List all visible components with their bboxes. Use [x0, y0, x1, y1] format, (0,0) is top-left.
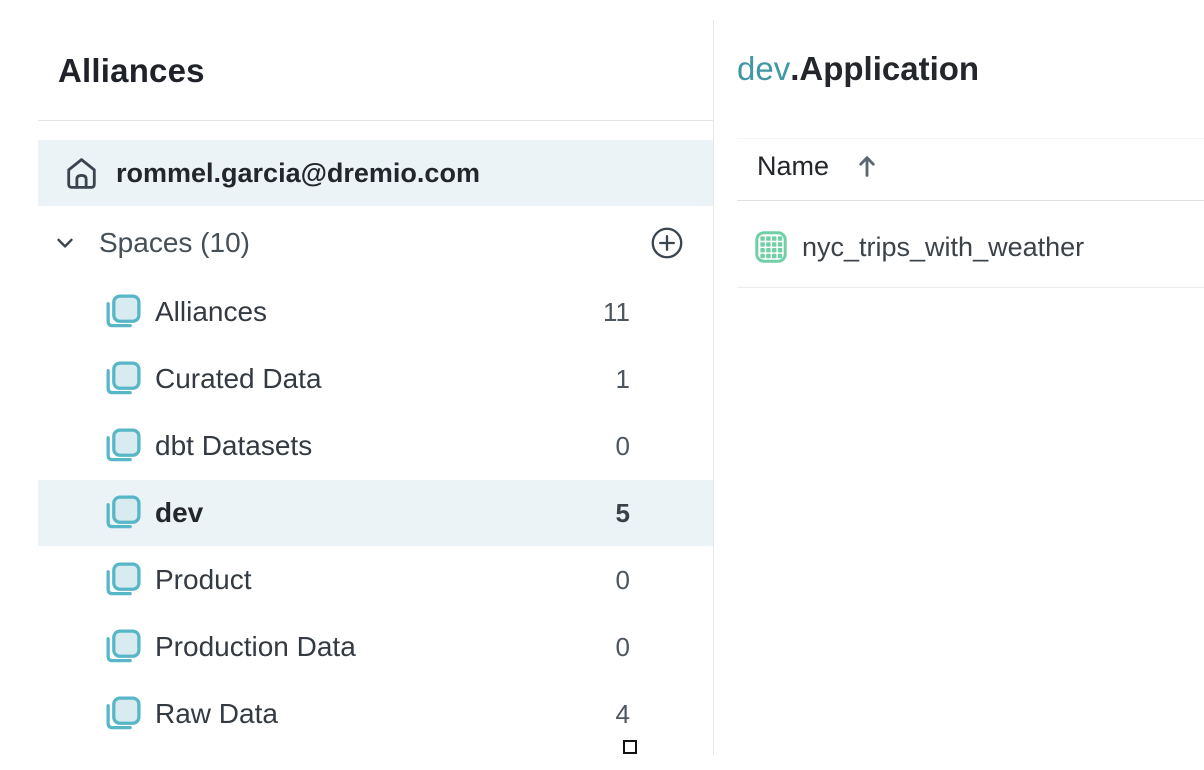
column-header-name[interactable]: Name	[757, 146, 878, 186]
page: { "sidebar": { "title": "Alliances", "ho…	[0, 0, 1204, 770]
column-header-name-label: Name	[757, 151, 829, 182]
plus-circle-icon	[650, 226, 684, 260]
dataset-count-badge: 5	[616, 498, 630, 529]
spaces-section-label: Spaces (10)	[99, 227, 250, 259]
main-panel: dev.Application Name nyc_trips_wit	[714, 0, 1204, 770]
breadcrumb-entity: Application	[799, 50, 979, 87]
sidebar-item-dbt-datasets[interactable]: dbt Datasets 0	[38, 413, 713, 479]
home-icon	[62, 154, 101, 193]
dataset-count-badge: 11	[603, 297, 630, 328]
space-name: Production Data	[155, 631, 356, 663]
column-header-divider	[737, 200, 1204, 201]
space-icon	[102, 359, 143, 400]
stray-glyph-box	[623, 740, 637, 754]
space-name: Product	[155, 564, 252, 596]
add-space-button[interactable]	[649, 225, 685, 261]
dataset-row[interactable]: nyc_trips_with_weather	[755, 227, 1084, 267]
sidebar-title: Alliances	[58, 52, 205, 90]
sidebar-item-raw-data[interactable]: Raw Data 4	[38, 681, 713, 747]
dataset-count-badge: 1	[616, 364, 630, 395]
sort-ascending-icon	[856, 153, 878, 179]
space-icon	[102, 292, 143, 333]
sidebar-panel: Alliances rommel.garcia@dremio.com Space…	[0, 0, 713, 770]
space-icon	[102, 493, 143, 534]
spaces-section-header[interactable]: Spaces (10)	[38, 210, 713, 276]
breadcrumb-space-link[interactable]: dev	[737, 50, 790, 87]
sidebar-item-curated-data[interactable]: Curated Data 1	[38, 346, 713, 412]
dataset-count-badge: 0	[616, 431, 630, 462]
dataset-count-badge: 0	[616, 565, 630, 596]
space-icon	[102, 560, 143, 601]
sidebar-item-product[interactable]: Product 0	[38, 547, 713, 613]
home-item-label: rommel.garcia@dremio.com	[116, 158, 480, 189]
sidebar-item-dev[interactable]: dev 5	[38, 480, 713, 546]
space-icon	[102, 627, 143, 668]
space-name: Curated Data	[155, 363, 322, 395]
space-icon	[102, 426, 143, 467]
dataset-row-divider	[737, 287, 1204, 288]
space-name: dbt Datasets	[155, 430, 312, 462]
home-item[interactable]: rommel.garcia@dremio.com	[38, 140, 713, 206]
table-top-border	[737, 138, 1204, 139]
dataset-count-badge: 0	[616, 632, 630, 663]
sidebar-title-divider	[38, 120, 713, 121]
space-name: Raw Data	[155, 698, 278, 730]
sidebar-item-production-data[interactable]: Production Data 0	[38, 614, 713, 680]
breadcrumb: dev.Application	[737, 50, 979, 88]
space-name: Alliances	[155, 296, 267, 328]
space-icon	[102, 694, 143, 735]
sidebar-item-alliances[interactable]: Alliances 11	[38, 279, 713, 345]
dataset-count-badge: 4	[616, 699, 630, 730]
dataset-name: nyc_trips_with_weather	[802, 232, 1084, 263]
space-name: dev	[155, 497, 203, 529]
chevron-down-icon[interactable]	[53, 231, 77, 255]
dataset-grid-icon	[755, 231, 787, 263]
breadcrumb-separator: .	[790, 50, 799, 87]
